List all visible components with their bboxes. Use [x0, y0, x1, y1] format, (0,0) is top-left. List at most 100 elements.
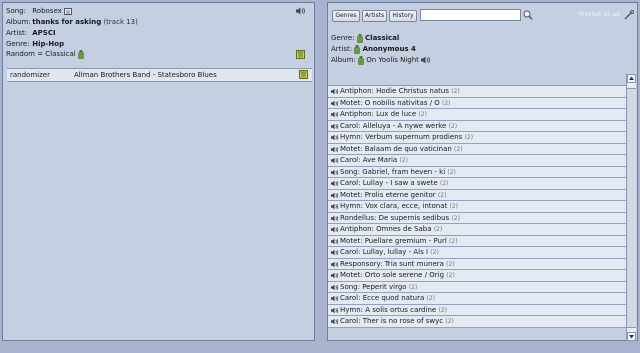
track-row[interactable]: Carol: Ther is no rose of swyc (2)	[328, 316, 629, 328]
queue-row[interactable]: randomizer Allman Brothers Band - States…	[7, 69, 312, 82]
clear-queue-icon[interactable]	[296, 50, 305, 61]
track-title: Hymn: Vox clara, ecce, intonat	[340, 202, 448, 210]
song-title: Robosex	[32, 7, 62, 15]
track-title: Carol: Ecce quod natura	[340, 294, 425, 302]
track-title: Hymn: A solis ortus cardine	[340, 305, 437, 314]
browser-album-label: Album:	[331, 56, 356, 64]
search-icon[interactable]	[523, 10, 533, 22]
track-number: (track 13)	[103, 18, 138, 26]
track-row[interactable]: Hymn: Vox clara, ecce, intonat (2)	[328, 201, 629, 213]
track-title: Motet: O nobilis nativitas / O	[340, 98, 440, 107]
track-row[interactable]: Antiphon: Hodie Christus natus (2)	[328, 86, 629, 98]
track-row[interactable]: Motet: Orto sole serene / Orig (2)	[328, 270, 629, 282]
track-title: Carol: Ave Maria	[340, 156, 398, 164]
play-count: (2)	[426, 295, 436, 302]
track-title: Motet: Orto sole serene / Orig	[340, 271, 445, 279]
play-count: (2)	[439, 180, 449, 187]
track-list: Antiphon: Hodie Christus natus (2) Motet:…	[328, 85, 629, 342]
play-count: (2)	[446, 260, 455, 268]
now-playing-panel: Song: Robosex Album: thanks for asking (…	[2, 2, 315, 341]
tab-artists[interactable]: Artists	[362, 10, 387, 22]
scroll-up-button[interactable]	[627, 74, 636, 83]
play-count: (2)	[454, 145, 463, 153]
jar-icon[interactable]	[358, 55, 364, 65]
track-title: Antiphon: Hodie Christus natus	[340, 87, 449, 95]
browser-artist-label: Artist:	[331, 45, 353, 53]
track-row[interactable]: Carol: Ave Maria (2)	[328, 155, 629, 167]
song-row: Song: Robosex	[6, 6, 72, 16]
settings-icon[interactable]	[624, 9, 635, 22]
track-row[interactable]: Hymn: A solis ortus cardine (2)	[328, 304, 629, 316]
random-row: Random = Classical	[6, 49, 84, 59]
remove-icon[interactable]	[299, 70, 308, 83]
scroll-thumb[interactable]	[627, 88, 636, 328]
speaker-icon[interactable]	[421, 56, 431, 64]
track-title: Antiphon: Lux de luce	[340, 110, 417, 118]
track-row[interactable]: Motet: O nobilis nativitas / O (2)	[328, 97, 629, 109]
tab-history[interactable]: History	[389, 10, 417, 22]
track-title: Antiphon: Omnes de Saba	[340, 225, 432, 233]
play-count: (2)	[445, 318, 454, 325]
play-count: (2)	[446, 272, 455, 279]
song-label: Song:	[6, 7, 26, 15]
track-row[interactable]: Song: Peperit virgo (2)	[328, 281, 629, 293]
track-row[interactable]: Responsory: Tria sunt munera (2)	[328, 258, 629, 270]
play-count: (2)	[408, 283, 418, 291]
play-count: (2)	[447, 168, 456, 176]
play-count: (2)	[451, 88, 460, 95]
play-count: (2)	[442, 99, 451, 107]
track-row[interactable]: Antiphon: Lux de luce (2)	[328, 109, 629, 121]
track-title: Rondellus: De supernis sedibus	[340, 213, 450, 222]
track-row[interactable]: Rondellus: De supernis sedibus (2)	[328, 212, 629, 224]
artist-name: APSCI	[32, 29, 56, 37]
version-label: Freshet v2.a6	[579, 11, 620, 18]
track-title: Carol: Lullay, lullay - Als I	[340, 248, 429, 256]
browser-genre[interactable]: Classical	[365, 34, 399, 42]
track-row[interactable]: Motet: Balaam de quo vaticinan (2)	[328, 143, 629, 155]
scroll-down-button[interactable]	[627, 332, 636, 341]
info-icon[interactable]	[64, 7, 72, 15]
artist-row: Artist: APSCI	[6, 28, 56, 38]
track-title: Song: Peperit virgo	[340, 282, 407, 291]
jar-icon[interactable]	[357, 33, 363, 43]
genre-name: Hip-Hop	[32, 40, 65, 48]
queue-track: Allman Brothers Band - Statesboro Blues	[74, 71, 217, 79]
speaker-icon[interactable]	[296, 7, 306, 17]
track-title: Song: Gabriel, fram heven - ki	[340, 167, 446, 176]
jar-icon[interactable]	[78, 49, 84, 59]
browser-genre-row: Genre: Classical	[331, 33, 399, 43]
track-row[interactable]: Hymn: Verbum supernum prodiens (2)	[328, 132, 629, 144]
track-row[interactable]: Song: Gabriel, fram heven - ki (2)	[328, 166, 629, 178]
speaker-icon[interactable]	[331, 318, 339, 330]
browser-artist-row: Artist: Anonymous 4	[331, 44, 416, 54]
play-count: (2)	[451, 214, 460, 222]
play-count: (2)	[464, 134, 474, 141]
play-count: (2)	[448, 122, 458, 130]
track-row[interactable]: Motet: Puellare gremium - Purl (2)	[328, 235, 629, 247]
track-row[interactable]: Carol: Lullay, lullay - Als I (2)	[328, 247, 629, 259]
browser-genre-label: Genre:	[331, 34, 355, 42]
album-row: Album: thanks for asking (track 13)	[6, 17, 138, 27]
browser-album-row: Album: On Yoolis Night	[331, 55, 431, 65]
jar-icon[interactable]	[354, 44, 361, 54]
track-title: Carol: Alleluya - A nywe werke	[340, 121, 447, 130]
track-title: Responsory: Tria sunt munera	[340, 259, 444, 268]
track-row[interactable]: Carol: Ecce quod natura (2)	[328, 293, 629, 305]
artist-label: Artist:	[6, 29, 28, 37]
track-row[interactable]: Carol: Lullay - I saw a swete (2)	[328, 178, 629, 190]
play-count: (2)	[430, 249, 439, 256]
play-count: (2)	[433, 226, 443, 233]
track-row[interactable]: Motet: Prolis eterne genitor (2)	[328, 189, 629, 201]
search-input[interactable]	[420, 9, 521, 21]
genre-row: Genre: Hip-Hop	[6, 39, 64, 49]
track-row[interactable]: Carol: Alleluya - A nywe werke (2)	[328, 120, 629, 132]
browser-album[interactable]: On Yoolis Night	[366, 56, 419, 64]
browser-artist[interactable]: Anonymous 4	[363, 45, 416, 53]
scrollbar[interactable]	[626, 74, 636, 341]
queue-source: randomizer	[10, 71, 50, 79]
track-row[interactable]: Antiphon: Omnes de Saba (2)	[328, 224, 629, 236]
play-count: (2)	[437, 191, 447, 199]
track-title: Motet: Balaam de quo vaticinan	[340, 144, 452, 153]
library-browser-panel: Genres Artists History Freshet v2.a6 Gen…	[327, 2, 638, 341]
tab-genres[interactable]: Genres	[332, 10, 360, 22]
